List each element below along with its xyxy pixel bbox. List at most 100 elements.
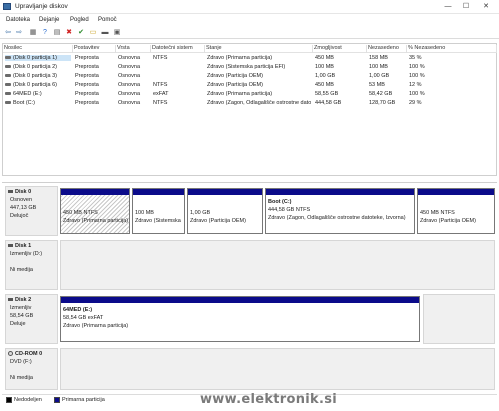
- partition-disk0-3[interactable]: 1,00 GB Zdravo (Particija OEM): [187, 188, 263, 234]
- volume-free: 100 MB: [369, 64, 388, 70]
- menu-view[interactable]: Pogled: [70, 17, 89, 23]
- volume-row[interactable]: (Disk 0 particija 6) Preprosta Osnovna N…: [3, 81, 496, 90]
- volume-percent-free: 100 %: [409, 73, 425, 79]
- title-bar: Upravljanje diskov — ☐ ✕: [0, 0, 499, 14]
- volume-row[interactable]: Boot (C:) Preprosta Osnovna NTFS Zdravo …: [3, 99, 496, 108]
- volume-name: Boot (C:): [5, 100, 71, 106]
- partition-status: Zdravo (Primarna particija): [63, 323, 129, 329]
- volume-name: 64MED (E:): [5, 91, 71, 97]
- menu-file[interactable]: Datoteka: [6, 17, 30, 23]
- partition-64med-e[interactable]: 64MED (E:) 58,54 GB exFAT Zdravo (Primar…: [60, 296, 420, 342]
- partition-disk0-2[interactable]: 100 MB Zdravo (Sistemska: [132, 188, 185, 234]
- properties-icon[interactable]: ▤: [52, 28, 62, 38]
- disk-icon: [8, 298, 13, 301]
- volume-type: Osnovna: [118, 82, 141, 88]
- volume-row[interactable]: 64MED (E:) Preprosta Osnovna exFAT Zdrav…: [3, 90, 496, 99]
- volume-capacity: 450 MB: [315, 55, 334, 61]
- volume-type: Osnovna: [118, 64, 141, 70]
- disk-state: Ni medija: [10, 375, 33, 381]
- volume-type: Osnovna: [118, 55, 141, 61]
- partition-label: 64MED (E:): [63, 307, 93, 313]
- partition-disk0-1[interactable]: 450 MB NTFS Zdravo (Primarna particija): [60, 188, 130, 234]
- column-header-capacity[interactable]: Zmogljivost: [313, 45, 367, 53]
- volume-name-text: Boot (C:): [13, 100, 36, 106]
- volume-row[interactable]: (Disk 0 particija 2) Preprosta Osnovna Z…: [3, 63, 496, 72]
- disk-icon: [8, 244, 13, 247]
- volume-percent-free: 100 %: [409, 64, 425, 70]
- primary-partition-bar: [133, 189, 184, 195]
- volume-layout: Preprosta: [75, 91, 99, 97]
- minimize-button[interactable]: —: [441, 2, 455, 12]
- volume-filesystem: NTFS: [153, 55, 168, 61]
- partition-size: 450 MB NTFS: [63, 210, 98, 216]
- partition-size: 1,00 GB: [190, 210, 211, 216]
- volume-name: (Disk 0 particija 6): [5, 82, 71, 88]
- menu-help[interactable]: Pomoč: [98, 17, 117, 23]
- volume-capacity: 1,00 GB: [315, 73, 336, 79]
- empty-disk-area: [423, 294, 495, 344]
- column-header-filesystem[interactable]: Datotečni sistem: [151, 45, 205, 53]
- volume-free: 58,42 GB: [369, 91, 393, 97]
- partition-disk0-6[interactable]: 450 MB NTFS Zdravo (Particija OEM): [417, 188, 495, 234]
- disk-icon[interactable]: ▬: [100, 28, 110, 38]
- check-icon[interactable]: ✔: [76, 28, 86, 38]
- volume-filesystem: NTFS: [153, 100, 168, 106]
- volume-capacity: 444,58 GB: [315, 100, 342, 106]
- close-button[interactable]: ✕: [479, 2, 493, 12]
- volume-layout: Preprosta: [75, 55, 99, 61]
- partition-status: Zdravo (Primarna particija): [63, 218, 129, 224]
- volume-status: Zdravo (Primarna particija): [207, 55, 273, 61]
- disk-name: Disk 1: [15, 243, 32, 249]
- primary-partition-bar: [266, 189, 414, 195]
- volume-free: 128,70 GB: [369, 100, 396, 106]
- volume-filesystem: exFAT: [153, 91, 169, 97]
- primary-partition-bar: [61, 297, 419, 303]
- legend-unallocated: Nedodeljen: [14, 397, 42, 403]
- column-header-type[interactable]: Vrsta: [116, 45, 151, 53]
- forward-arrow-icon[interactable]: ⇨: [14, 28, 24, 38]
- volume-disk-icon: [5, 74, 11, 78]
- grid-view-icon[interactable]: ▦: [28, 28, 38, 38]
- primary-partition-bar: [61, 189, 129, 195]
- watermark: www.elektronik.si: [200, 392, 338, 407]
- delete-x-icon[interactable]: ✖: [64, 28, 74, 38]
- volume-row[interactable]: (Disk 0 particija 1) Preprosta Osnovna N…: [3, 54, 496, 63]
- column-header-percent-free[interactable]: % Nezasedeno: [407, 45, 497, 53]
- volume-row[interactable]: (Disk 0 particija 3) Preprosta Osnovna Z…: [3, 72, 496, 81]
- volume-name: (Disk 0 particija 2): [5, 64, 71, 70]
- volume-layout: Preprosta: [75, 100, 99, 106]
- back-arrow-icon[interactable]: ⇦: [3, 28, 13, 38]
- volume-percent-free: 100 %: [409, 91, 425, 97]
- primary-partition-bar: [418, 189, 494, 195]
- info-icon[interactable]: ▣: [112, 28, 122, 38]
- disk-state: Delujoč: [10, 213, 29, 219]
- volume-capacity: 100 MB: [315, 64, 334, 70]
- column-header-layout[interactable]: Postavitev: [73, 45, 116, 53]
- menu-action[interactable]: Dejanje: [39, 17, 59, 23]
- disk-management-app-icon: [3, 3, 11, 10]
- volume-status: Zdravo (Sistemska particija EFI): [207, 64, 286, 70]
- disk-1-label[interactable]: Disk 1 Izmenljiv (D:) Ni medija: [5, 240, 58, 290]
- help-icon[interactable]: ?: [40, 28, 50, 38]
- volume-type: Osnovna: [118, 91, 141, 97]
- volume-percent-free: 12 %: [409, 82, 422, 88]
- column-header-volume[interactable]: Nosilec: [3, 45, 73, 53]
- partition-boot-c[interactable]: Boot (C:) 444,58 GB NTFS Zdravo (Zagon, …: [265, 188, 415, 234]
- column-header-status[interactable]: Stanje: [205, 45, 313, 53]
- disk-0-label[interactable]: Disk 0 Osnoven 447,13 GB Delujoč: [5, 186, 58, 236]
- disk-type: Izmenljiv (D:): [10, 251, 43, 257]
- disk-2-label[interactable]: Disk 2 Izmenljiv 58,54 GB Deluje: [5, 294, 58, 344]
- disk-size: 58,54 GB: [10, 313, 34, 319]
- volume-name-text: 64MED (E:): [13, 91, 42, 97]
- volume-filesystem: NTFS: [153, 82, 168, 88]
- column-header-free[interactable]: Nezasedeno: [367, 45, 407, 53]
- maximize-button[interactable]: ☐: [459, 2, 473, 12]
- open-folder-icon[interactable]: ▭: [88, 28, 98, 38]
- disk-size: 447,13 GB: [10, 205, 37, 211]
- volume-list-header: Nosilec Postavitev Vrsta Datotečni siste…: [3, 44, 497, 53]
- partition-status: Zdravo (Particija OEM): [190, 218, 246, 224]
- disk-type: Osnoven: [10, 197, 33, 203]
- volume-disk-icon: [5, 56, 11, 60]
- window-title: Upravljanje diskov: [15, 3, 68, 10]
- cdrom-0-label[interactable]: CD-ROM 0 DVD (F:) Ni medija: [5, 348, 58, 390]
